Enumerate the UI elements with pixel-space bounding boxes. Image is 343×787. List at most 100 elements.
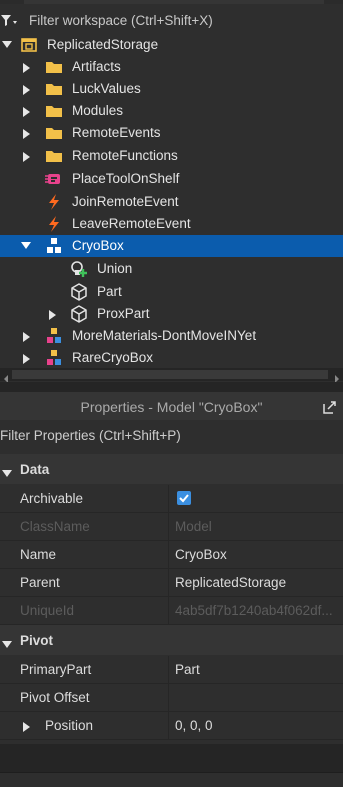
property-name: ClassName	[20, 519, 90, 534]
property-row-name[interactable]: Name CryoBox	[0, 541, 343, 569]
tree-item-label: Modules	[72, 103, 124, 118]
model-colored-icon	[45, 349, 63, 367]
folder-icon	[45, 147, 63, 165]
expanded-arrow-icon[interactable]	[2, 637, 12, 652]
property-row-primarypart[interactable]: PrimaryPart Part	[0, 656, 343, 684]
explorer-panel: Filter workspace (Ctrl+Shift+X) Replicat…	[0, 0, 343, 382]
property-name: UniqueId	[20, 603, 75, 618]
properties-footer	[0, 744, 343, 772]
explorer-filter-input[interactable]: Filter workspace (Ctrl+Shift+X)	[29, 13, 213, 28]
part-icon	[70, 283, 88, 301]
tree-item-label: CryoBox	[72, 238, 124, 253]
tree-item-label: LuckValues	[72, 81, 141, 96]
tree-item-label: Artifacts	[72, 59, 121, 74]
undock-icon[interactable]	[323, 400, 337, 414]
property-value-field[interactable]: ReplicatedStorage	[175, 575, 340, 590]
collapsed-arrow-icon[interactable]	[21, 122, 35, 144]
part-icon	[70, 305, 88, 323]
panel-divider	[0, 382, 343, 392]
property-value-field[interactable]: CryoBox	[175, 547, 340, 562]
tree-item-morematerials-dontmoveinyet[interactable]: MoreMaterials-DontMoveINYet	[0, 325, 343, 347]
tree-item-proxpart[interactable]: ProxPart	[0, 303, 343, 325]
expanded-arrow-icon[interactable]	[0, 34, 14, 56]
model-icon	[45, 237, 63, 255]
tree-item-label: ReplicatedStorage	[47, 37, 159, 52]
collapsed-arrow-icon[interactable]	[21, 347, 35, 369]
union-icon	[70, 260, 88, 278]
collapsed-arrow-icon[interactable]	[21, 145, 35, 167]
property-row-classname: ClassName Model	[0, 513, 343, 541]
tree-item-label: JoinRemoteEvent	[72, 194, 179, 209]
tree-item-union[interactable]: Union	[0, 258, 343, 280]
property-name: PrimaryPart	[20, 662, 92, 677]
folder-icon	[45, 102, 63, 120]
tree-item-label: PlaceToolOnShelf	[72, 171, 180, 186]
scroll-right-arrow-icon[interactable]	[333, 371, 341, 382]
collapsed-arrow-icon[interactable]	[23, 720, 31, 735]
property-value-field[interactable]: Part	[175, 662, 340, 677]
folder-icon	[45, 124, 63, 142]
tree-item-replicatedstorage[interactable]: ReplicatedStorage	[0, 34, 343, 56]
property-value-field[interactable]: 0, 0, 0	[175, 718, 340, 733]
property-row-archivable[interactable]: Archivable	[0, 485, 343, 513]
category-label: Pivot	[20, 633, 54, 648]
category-label: Data	[20, 462, 50, 477]
model-colored-icon	[45, 327, 63, 345]
tree-item-part[interactable]: Part	[0, 281, 343, 303]
properties-grid: Data Archivable ClassName Model Name Cry…	[0, 452, 343, 744]
tree-item-leaveremoteevent[interactable]: LeaveRemoteEvent	[0, 213, 343, 235]
folder-icon	[45, 80, 63, 98]
property-row-parent[interactable]: Parent ReplicatedStorage	[0, 569, 343, 597]
scroll-left-arrow-icon[interactable]	[2, 371, 10, 382]
tree-item-rarecryobox[interactable]: RareCryoBox	[0, 347, 343, 369]
properties-filter-input[interactable]: Filter Properties (Ctrl+Shift+P)	[0, 428, 181, 443]
tree-item-label: Union	[97, 261, 133, 276]
property-value: Model	[175, 519, 212, 534]
category-pivot[interactable]: Pivot	[0, 625, 343, 655]
property-row-uniqueid: UniqueId 4ab5df7b1240ab4f062df...	[0, 597, 343, 625]
archivable-checkbox[interactable]	[177, 491, 191, 505]
replicated-storage-icon	[20, 36, 38, 54]
expanded-arrow-icon[interactable]	[19, 235, 33, 257]
filter-dropdown-icon[interactable]	[0, 14, 20, 30]
tree-item-remotefunctions[interactable]: RemoteFunctions	[0, 145, 343, 167]
collapsed-arrow-icon[interactable]	[47, 303, 61, 325]
scrollbar-thumb[interactable]	[12, 370, 328, 379]
expanded-arrow-icon[interactable]	[2, 466, 12, 481]
tree-item-label: RemoteFunctions	[72, 148, 178, 163]
tree-item-placetoolonshelf[interactable]: PlaceToolOnShelf	[0, 168, 343, 190]
collapsed-arrow-icon[interactable]	[21, 325, 35, 347]
collapsed-arrow-icon[interactable]	[21, 78, 35, 100]
property-name: Archivable	[20, 491, 84, 506]
tree-item-artifacts[interactable]: Artifacts	[0, 56, 343, 78]
property-value: 4ab5df7b1240ab4f062df...	[175, 603, 333, 618]
tree-item-cryobox[interactable]: CryoBox	[0, 235, 343, 257]
tree-item-remoteevents[interactable]: RemoteEvents	[0, 122, 343, 144]
remote-function-icon	[45, 170, 63, 188]
explorer-top-scroll-edge	[0, 0, 343, 4]
collapsed-arrow-icon[interactable]	[21, 56, 35, 78]
tree-item-joinremoteevent[interactable]: JoinRemoteEvent	[0, 191, 343, 213]
properties-filter-bar[interactable]: Filter Properties (Ctrl+Shift+P)	[0, 421, 343, 451]
tree-item-label: ProxPart	[97, 306, 150, 321]
explorer-horizontal-scrollbar[interactable]	[0, 368, 343, 382]
property-name: Pivot Offset	[20, 690, 90, 705]
explorer-filter-bar[interactable]: Filter workspace (Ctrl+Shift+X)	[0, 8, 343, 34]
collapsed-arrow-icon[interactable]	[21, 100, 35, 122]
category-data[interactable]: Data	[0, 454, 343, 484]
tree-item-label: RemoteEvents	[72, 125, 161, 140]
remote-event-icon	[45, 215, 63, 233]
properties-title: Properties - Model "CryoBox"	[80, 399, 263, 415]
tree-item-label: RareCryoBox	[72, 350, 154, 365]
property-row-position[interactable]: Position 0, 0, 0	[0, 712, 343, 740]
folder-icon	[45, 58, 63, 76]
properties-title-bar: Properties - Model "CryoBox"	[0, 392, 343, 420]
tree-item-label: LeaveRemoteEvent	[72, 216, 191, 231]
property-name: Parent	[20, 575, 60, 590]
property-name: Position	[45, 718, 94, 733]
remote-event-icon	[45, 193, 63, 211]
tree-item-modules[interactable]: Modules	[0, 100, 343, 122]
property-row-pivot-offset[interactable]: Pivot Offset	[0, 684, 343, 712]
tree-item-luckvalues[interactable]: LuckValues	[0, 78, 343, 100]
property-name: Name	[20, 547, 57, 562]
